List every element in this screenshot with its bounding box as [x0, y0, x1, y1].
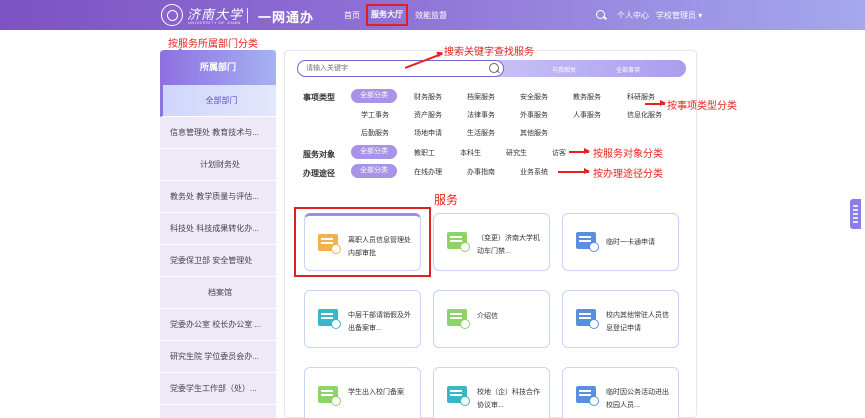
sidebar-item-tech[interactable]: 科技处 科技成果转化办... — [160, 213, 276, 245]
nav-home[interactable]: 首页 — [344, 10, 360, 21]
service-title: 临时一卡通申请 — [606, 239, 655, 246]
header-search-icon[interactable] — [596, 10, 605, 19]
filter-route-label: 办理途径 — [303, 169, 335, 178]
search-icon[interactable] — [489, 63, 499, 73]
annotation-type-arrow — [645, 100, 666, 106]
service-title: 校地（企）科技合作协议审... — [477, 389, 540, 409]
service-card[interactable]: （变更）济南大学机动车门禁... — [433, 213, 550, 271]
service-card[interactable]: 学生出入校门备案 — [304, 367, 421, 418]
filter-type-label: 事项类型 — [303, 93, 335, 102]
role-select[interactable]: 学校管理员 ▾ — [656, 10, 702, 21]
agreement-icon — [447, 386, 470, 406]
filter-object-option[interactable]: 研究生 — [506, 148, 527, 158]
filter-type-option[interactable]: 教务服务 — [573, 92, 601, 102]
sidebar-item-all[interactable]: 全部部门 — [160, 85, 276, 117]
sidebar-title: 所属部门 — [160, 50, 276, 85]
filter-type-option[interactable]: 资产服务 — [414, 110, 442, 120]
letter-icon — [447, 309, 470, 329]
filter-object-all-chip[interactable]: 全部分类 — [351, 145, 397, 159]
nav-service-hall[interactable]: 服务大厅 — [366, 4, 408, 26]
sidebar-item-graduate[interactable]: 研究生院 学位委员会办... — [160, 341, 276, 373]
annotation-route-arrow — [558, 168, 590, 174]
filter-type-option[interactable]: 场地申请 — [414, 128, 442, 138]
user-center-link[interactable]: 个人中心 — [617, 10, 649, 21]
service-card[interactable]: 临时因公务活动进出校园人员... — [562, 367, 679, 418]
filter-type-option[interactable]: 财务服务 — [414, 92, 442, 102]
service-card[interactable]: 介绍信 — [433, 290, 550, 348]
filter-type-option[interactable]: 科研服务 — [627, 92, 655, 102]
filter-type-option[interactable]: 外事服务 — [520, 110, 548, 120]
filter-route-option[interactable]: 业务系统 — [520, 167, 548, 177]
service-card[interactable]: 中层干部请销假及外出备案审... — [304, 290, 421, 348]
filter-object-option[interactable]: 本科生 — [460, 148, 481, 158]
service-title: 中层干部请销假及外出备案审... — [348, 312, 411, 332]
service-title: 临时因公务活动进出校园人员... — [606, 389, 669, 409]
filter-type-option[interactable]: 人事服务 — [573, 110, 601, 120]
filter-route-option[interactable]: 在线办理 — [414, 167, 442, 177]
annotation-object-arrow — [569, 148, 590, 154]
sidebar-item-finance[interactable]: 计划财务处 — [160, 149, 276, 181]
student-gate-icon — [318, 386, 341, 406]
annotation-dept: 按服务所属部门分类 — [168, 39, 258, 50]
sidebar-item-office[interactable]: 党委办公室 校长办公室 ... — [160, 309, 276, 341]
system-title: 一网通办 — [258, 10, 315, 25]
sidebar-item-info-mgmt[interactable]: 信息管理处 教育技术与... — [160, 117, 276, 149]
filter-route-option[interactable]: 办事指南 — [467, 167, 495, 177]
filter-type-option[interactable]: 生活服务 — [467, 128, 495, 138]
tab-related-to-me[interactable]: 与我相关 — [552, 65, 576, 74]
nav-supervision[interactable]: 效能监督 — [415, 10, 447, 21]
filter-route-all-chip[interactable]: 全部分类 — [351, 164, 397, 178]
service-title: 校内其他常驻人员信息登记申请 — [606, 312, 669, 332]
filter-type-option[interactable]: 其他服务 — [520, 128, 548, 138]
university-logo-subtext: UNIVERSITY OF JINAN — [188, 20, 241, 25]
filter-type-option[interactable]: 档案服务 — [467, 92, 495, 102]
annotation-service: 服务 — [434, 193, 459, 207]
annotation-type: 按事项类型分类 — [667, 101, 737, 112]
id-card-icon — [576, 232, 599, 252]
car-gate-icon — [447, 232, 470, 252]
sidebar-item-academic[interactable]: 教务处 教学质量与评估... — [160, 181, 276, 213]
filter-object-option[interactable]: 教职工 — [414, 148, 435, 158]
service-card[interactable]: 校地（企）科技合作协议审... — [433, 367, 550, 418]
annotation-route: 按办理途径分类 — [593, 169, 663, 180]
leave-form-icon — [318, 309, 341, 329]
filter-type-option[interactable]: 安全服务 — [520, 92, 548, 102]
service-card[interactable]: 临时一卡通申请 — [562, 213, 679, 271]
sidebar-item-archives[interactable]: 档案馆 — [160, 277, 276, 309]
sidebar-item-student-affairs[interactable]: 党委学生工作部（处）... — [160, 373, 276, 405]
filter-object-option[interactable]: 访客 — [552, 148, 566, 158]
sidebar-item-security[interactable]: 党委保卫部 安全管理处 — [160, 245, 276, 277]
annotation-object: 按服务对象分类 — [593, 149, 663, 160]
service-title: 介绍信 — [477, 313, 498, 320]
annotation-highlight-box — [294, 207, 431, 277]
top-header: 济南大学 UNIVERSITY OF JINAN 一网通办 首页 服务大厅 效能… — [0, 0, 865, 30]
floating-side-tab[interactable] — [850, 199, 861, 229]
service-card[interactable]: 校内其他常驻人员信息登记申请 — [562, 290, 679, 348]
search-input[interactable] — [297, 60, 504, 77]
filter-type-option[interactable]: 学工事务 — [361, 110, 389, 120]
filter-type-all-chip[interactable]: 全部分类 — [351, 89, 397, 103]
register-icon — [576, 309, 599, 329]
service-title: 学生出入校门备案 — [348, 389, 404, 396]
header-divider — [247, 8, 248, 23]
filter-type-option[interactable]: 后勤服务 — [361, 128, 389, 138]
department-sidebar: 所属部门 全部部门 信息管理处 教育技术与... 计划财务处 教务处 教学质量与… — [160, 50, 276, 418]
service-title: （变更）济南大学机动车门禁... — [477, 235, 540, 255]
filter-type-option[interactable]: 法律事务 — [467, 110, 495, 120]
annotation-keyword: 搜索关键字查找服务 — [444, 47, 534, 58]
university-emblem-icon — [161, 4, 183, 26]
visitor-icon — [576, 386, 599, 406]
filter-type-option[interactable]: 信息化服务 — [627, 110, 662, 120]
filter-object-label: 服务对象 — [303, 150, 335, 159]
tab-all-items[interactable]: 全部事项 — [616, 65, 640, 74]
